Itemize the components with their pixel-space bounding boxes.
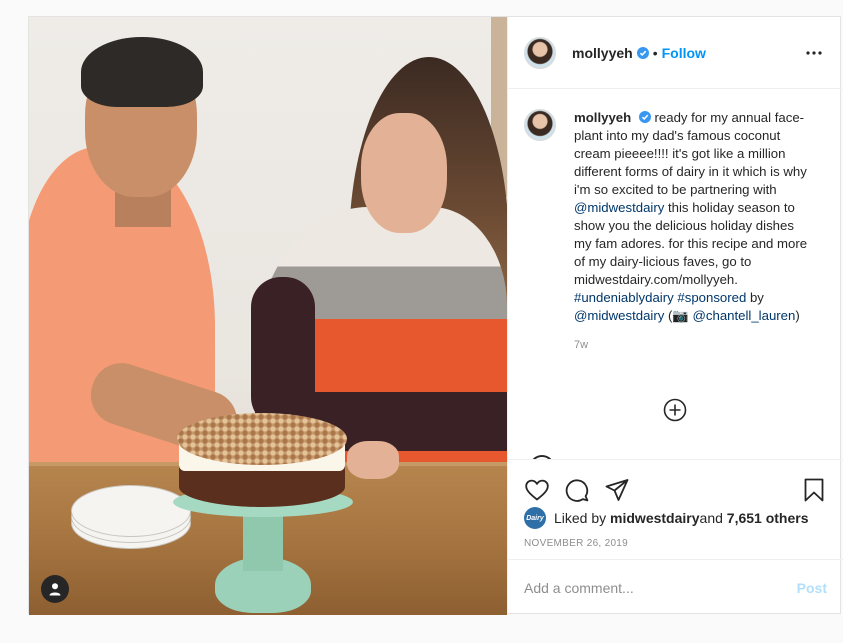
like-button[interactable] bbox=[524, 470, 564, 510]
photo-man-hair bbox=[81, 37, 203, 107]
caption-text-part: ) bbox=[795, 308, 800, 323]
follow-button[interactable]: Follow bbox=[662, 45, 706, 61]
photo-hand bbox=[347, 441, 399, 479]
add-comment-bar: Post bbox=[508, 559, 843, 615]
liker-avatar[interactable]: Dairy bbox=[524, 507, 546, 529]
comment-button[interactable] bbox=[564, 470, 604, 510]
more-options-button[interactable] bbox=[802, 41, 826, 65]
load-more-comments-icon[interactable] bbox=[663, 398, 687, 422]
user-tag-icon[interactable] bbox=[41, 575, 69, 603]
mention-link[interactable]: @midwestdairy bbox=[574, 200, 664, 215]
comments-section[interactable]: mollyyeh ready for my annual face-plant … bbox=[508, 89, 843, 459]
comment-icon bbox=[565, 479, 589, 502]
post-header: mollyyeh • Follow bbox=[508, 17, 842, 89]
author-avatar[interactable] bbox=[524, 36, 556, 69]
bookmark-icon bbox=[804, 478, 824, 502]
post-card: mollyyeh • Follow mollyyeh ready for my … bbox=[28, 16, 843, 615]
caption-timestamp[interactable]: 7w bbox=[574, 339, 827, 351]
share-icon bbox=[605, 479, 629, 501]
photo-plate bbox=[71, 485, 191, 537]
save-button[interactable] bbox=[787, 470, 827, 510]
caption-author-avatar[interactable] bbox=[524, 109, 556, 141]
post-comment-button[interactable]: Post bbox=[797, 580, 827, 596]
share-button[interactable] bbox=[604, 470, 644, 510]
photo-cake-top bbox=[177, 413, 347, 465]
post-side-panel: mollyyeh • Follow mollyyeh ready for my … bbox=[507, 17, 843, 615]
mention-link[interactable]: @midwestdairy bbox=[574, 308, 664, 323]
person-icon bbox=[49, 583, 61, 596]
caption-text: mollyyeh ready for my annual face-plant … bbox=[574, 109, 810, 325]
verified-badge-icon bbox=[636, 46, 649, 59]
more-horizontal-icon bbox=[806, 50, 822, 55]
hashtag-link[interactable]: #sponsored bbox=[677, 290, 746, 305]
likes-prefix: Liked by bbox=[554, 510, 607, 526]
next-comment-avatar bbox=[524, 451, 556, 459]
photo-woman-arm bbox=[251, 277, 315, 427]
caption-username[interactable]: mollyyeh bbox=[574, 110, 631, 125]
likes-others-link[interactable]: 7,651 others bbox=[727, 510, 809, 526]
header-separator: • bbox=[652, 44, 658, 61]
comment-input[interactable] bbox=[524, 579, 797, 596]
caption: mollyyeh ready for my annual face-plant … bbox=[524, 109, 827, 325]
camera-emoji-icon: 📷 bbox=[672, 308, 689, 323]
likes-summary: Dairy Liked by midwestdairy and 7,651 ot… bbox=[524, 507, 809, 529]
liker-username[interactable]: midwestdairy bbox=[610, 510, 699, 526]
post-date[interactable]: NOVEMBER 26, 2019 bbox=[524, 538, 628, 549]
post-photo[interactable] bbox=[29, 17, 507, 615]
author-username[interactable]: mollyyeh bbox=[572, 45, 633, 61]
photo-plates bbox=[71, 485, 191, 549]
photo-woman-face bbox=[361, 113, 447, 233]
heart-icon bbox=[525, 479, 549, 501]
caption-text-part: by bbox=[746, 290, 764, 305]
hashtag-link[interactable]: #undeniablydairy bbox=[574, 290, 674, 305]
mention-link[interactable]: @chantell_lauren bbox=[693, 308, 796, 323]
likes-and: and bbox=[699, 510, 723, 526]
verified-badge-icon bbox=[638, 111, 651, 123]
